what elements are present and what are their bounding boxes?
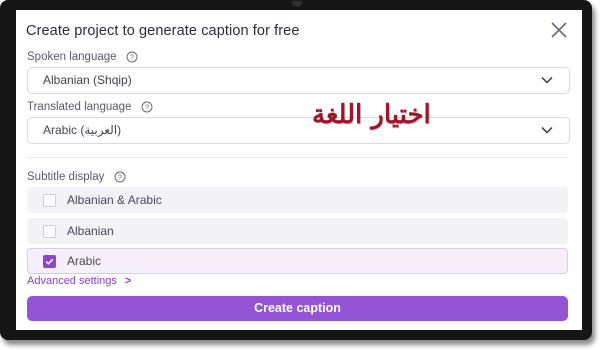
checkbox[interactable] <box>43 194 56 207</box>
subtitle-option-albanian[interactable]: Albanian <box>27 218 568 244</box>
checkbox-checked[interactable] <box>43 255 56 268</box>
svg-text:?: ? <box>118 175 122 182</box>
translated-language-select[interactable]: Arabic (العربية) <box>27 117 570 144</box>
help-icon[interactable]: ? <box>141 101 153 113</box>
chevron-down-icon <box>541 76 553 84</box>
close-icon[interactable] <box>549 20 569 40</box>
subtitle-option-label: Arabic <box>67 254 102 268</box>
chevron-right-icon: > <box>124 275 132 287</box>
subtitle-display-label-text: Subtitle display <box>27 171 105 184</box>
svg-text:?: ? <box>130 55 134 62</box>
subtitle-option-label: Albanian & Arabic <box>67 193 162 207</box>
modal-title: Create project to generate caption for f… <box>26 23 300 39</box>
translated-language-label-text: Translated language <box>27 101 132 114</box>
divider <box>27 157 568 158</box>
chevron-down-icon <box>541 126 553 134</box>
spoken-language-value: Albanian (Shqip) <box>43 73 132 87</box>
advanced-settings-link[interactable]: Advanced settings > <box>27 275 131 287</box>
checkmark-icon <box>45 258 54 265</box>
subtitle-option-both[interactable]: Albanian & Arabic <box>27 187 568 213</box>
translated-language-label: Translated language ? <box>27 101 153 113</box>
spoken-language-select[interactable]: Albanian (Shqip) <box>27 67 570 94</box>
device-frame: Create project to generate caption for f… <box>0 0 592 340</box>
translated-language-value: Arabic (العربية) <box>43 123 122 137</box>
overlay-caption: اختيار اللغة <box>312 100 431 130</box>
svg-text:?: ? <box>145 105 149 112</box>
create-project-modal: Create project to generate caption for f… <box>16 10 582 330</box>
camera-notch <box>292 1 302 7</box>
spoken-language-label-text: Spoken language <box>27 51 117 64</box>
checkbox[interactable] <box>43 225 56 238</box>
subtitle-option-arabic[interactable]: Arabic <box>27 248 568 274</box>
help-icon[interactable]: ? <box>126 51 138 63</box>
subtitle-option-label: Albanian <box>67 224 114 238</box>
advanced-settings-label: Advanced settings <box>27 275 117 287</box>
create-caption-button[interactable]: Create caption <box>27 296 568 321</box>
help-icon[interactable]: ? <box>114 171 126 183</box>
spoken-language-label: Spoken language ? <box>27 51 138 63</box>
subtitle-display-label: Subtitle display ? <box>27 171 126 183</box>
